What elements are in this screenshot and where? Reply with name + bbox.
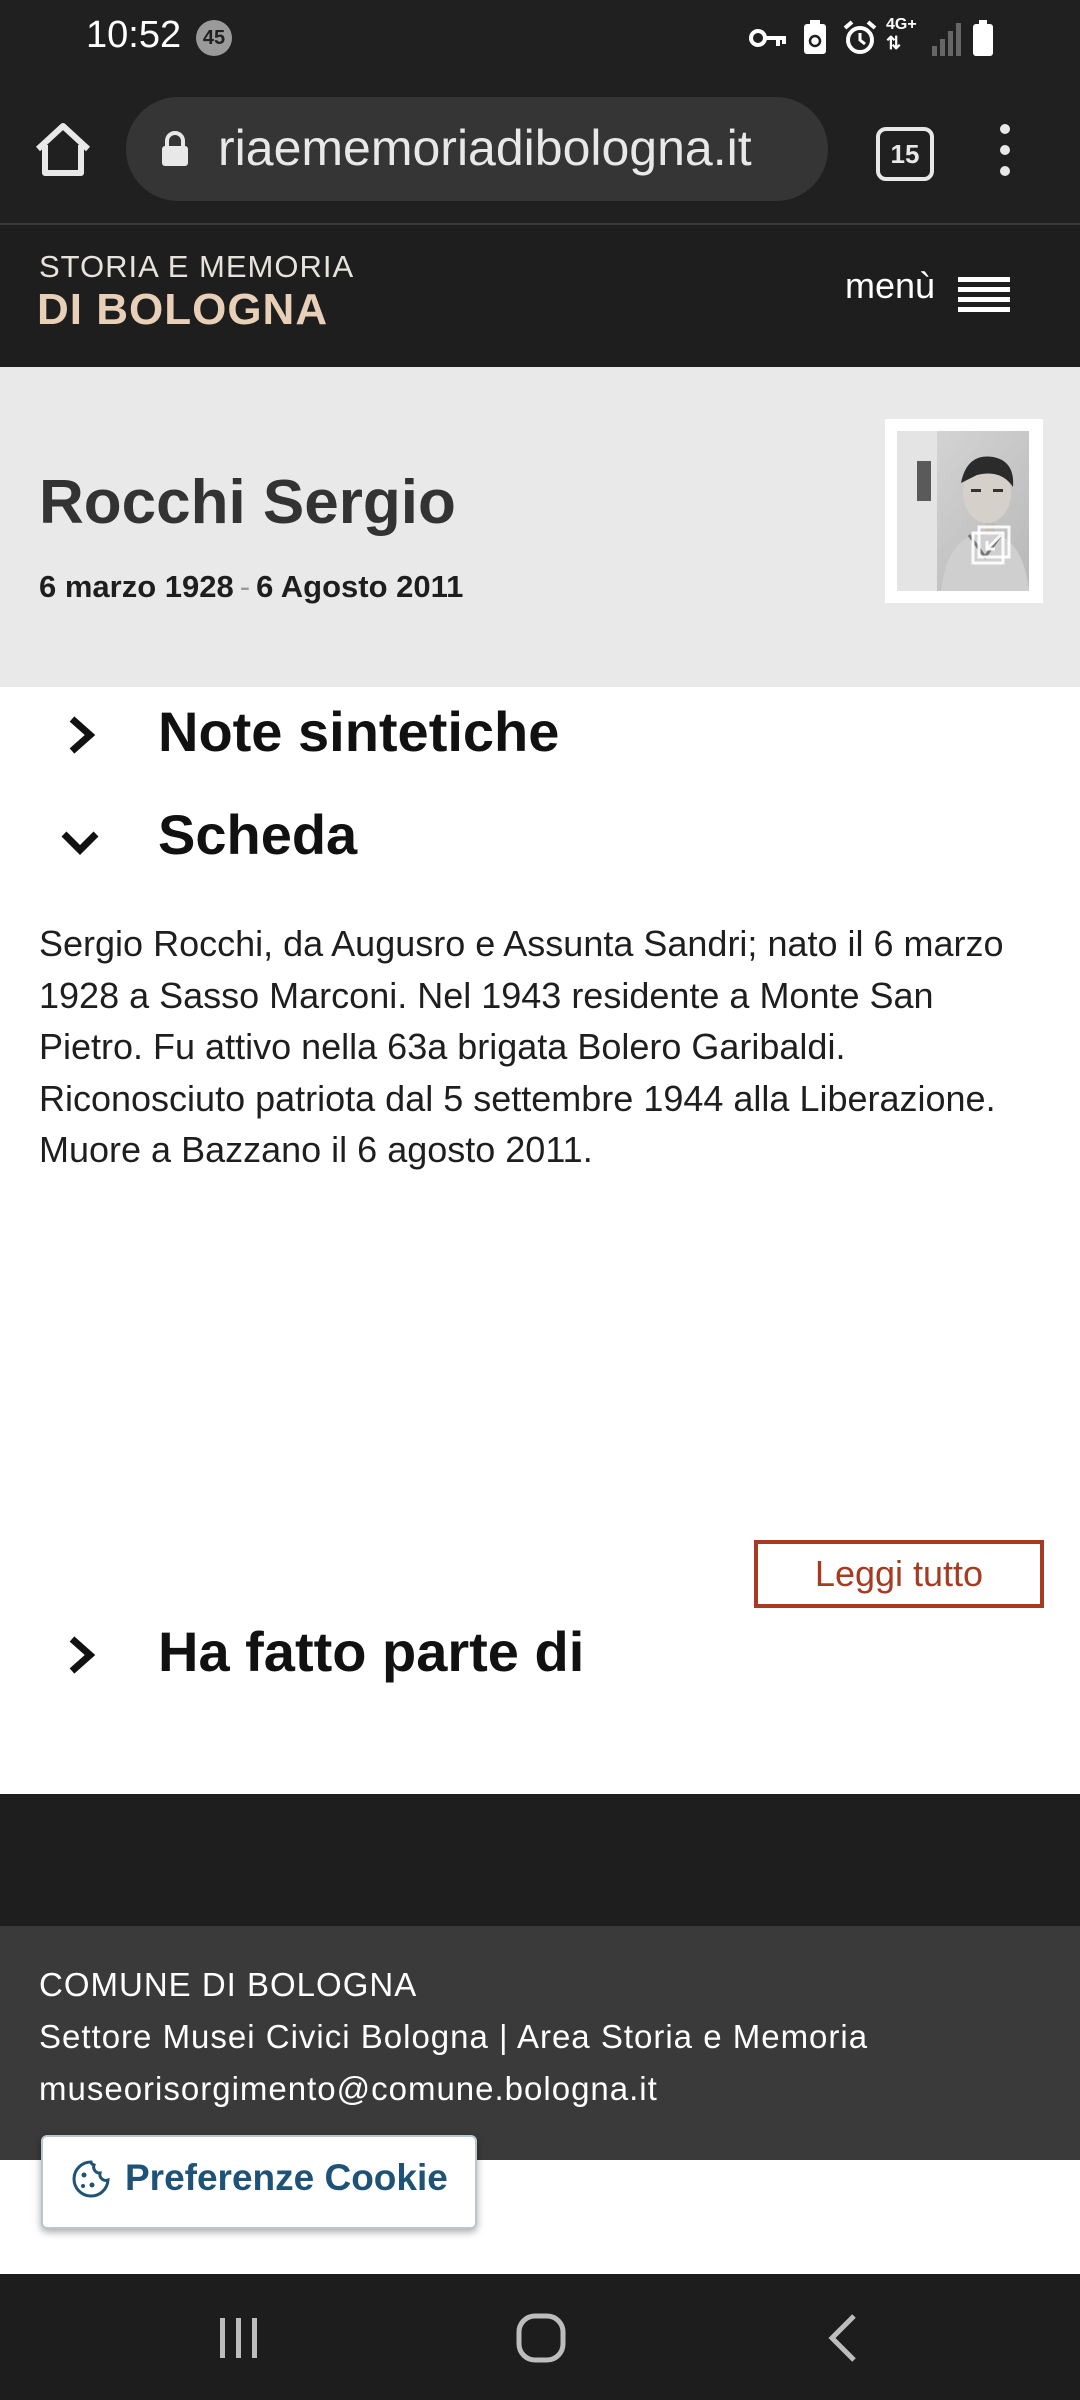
battery-icon bbox=[973, 20, 993, 56]
tab-switcher-button[interactable]: 15 bbox=[876, 127, 934, 181]
footer-department: Settore Musei Civici Bologna | Area Stor… bbox=[39, 2018, 869, 2055]
system-navigation-bar bbox=[0, 2274, 1080, 2400]
url-text: riaememoriadibologna.it bbox=[218, 120, 752, 176]
death-date: 6 Agosto 2011 bbox=[256, 569, 464, 604]
more-options-icon[interactable] bbox=[990, 117, 1020, 183]
person-name: Rocchi Sergio bbox=[39, 468, 456, 537]
section-note-sintetiche[interactable]: Note sintetiche bbox=[0, 695, 1080, 775]
recent-apps-icon[interactable] bbox=[214, 2314, 264, 2362]
site-header: STORIA E MEMORIA DI BOLOGNA menù bbox=[0, 225, 1080, 367]
vpn-key-icon bbox=[749, 29, 786, 47]
read-more-button[interactable]: Leggi tutto bbox=[754, 1540, 1044, 1608]
logo-line-2: DI BOLOGNA bbox=[37, 285, 329, 334]
alarm-icon bbox=[843, 20, 877, 54]
battery-saver-icon bbox=[804, 20, 826, 54]
network-type-indicator: 4G+ ⇅ bbox=[886, 16, 917, 53]
portrait-photo bbox=[897, 431, 1029, 591]
chevron-right-icon bbox=[69, 1636, 96, 1674]
birth-date: 6 marzo 1928 bbox=[39, 569, 234, 604]
portrait-thumbnail[interactable] bbox=[885, 419, 1043, 603]
section-title: Note sintetiche bbox=[158, 700, 560, 763]
notification-count-badge: 45 bbox=[196, 20, 232, 56]
life-dates: 6 marzo 1928-6 Agosto 2011 bbox=[39, 569, 463, 605]
site-logo[interactable]: STORIA E MEMORIA DI BOLOGNA bbox=[0, 225, 380, 367]
status-time: 10:52 bbox=[86, 14, 182, 56]
home-nav-icon[interactable] bbox=[514, 2312, 568, 2364]
home-icon[interactable] bbox=[30, 117, 96, 183]
footer-info: COMUNE DI BOLOGNA Settore Musei Civici B… bbox=[0, 1926, 1080, 2160]
lock-icon bbox=[162, 131, 188, 166]
section-title: Scheda bbox=[158, 803, 358, 866]
menu-label: menù bbox=[845, 265, 936, 306]
footer-email-link[interactable]: museorisorgimento@comune.bologna.it bbox=[39, 2070, 658, 2108]
person-header: Rocchi Sergio 6 marzo 1928-6 Agosto 2011 bbox=[0, 367, 1080, 687]
logo-line-1: STORIA E MEMORIA bbox=[39, 249, 355, 284]
section-scheda[interactable]: Scheda bbox=[0, 800, 1080, 880]
date-separator: - bbox=[239, 569, 251, 604]
footer-band bbox=[0, 1794, 1080, 1926]
menu-button[interactable]: menù bbox=[830, 245, 1030, 345]
signal-strength-icon bbox=[932, 23, 961, 56]
hamburger-icon bbox=[958, 277, 1010, 312]
cookie-preferences-button[interactable]: Preferenze Cookie bbox=[41, 2135, 477, 2229]
footer-org: COMUNE DI BOLOGNA bbox=[39, 1966, 418, 2003]
cookie-preferences-label: Preferenze Cookie bbox=[125, 2157, 448, 2198]
browser-toolbar: riaememoriadibologna.it 15 bbox=[0, 75, 1080, 225]
chevron-down-icon bbox=[61, 831, 99, 855]
section-title: Ha fatto parte di bbox=[158, 1620, 585, 1683]
chevron-right-icon bbox=[69, 716, 96, 754]
expand-image-icon bbox=[971, 525, 1011, 565]
status-bar: 10:52 45 4G+ ⇅ bbox=[0, 0, 1080, 75]
back-icon[interactable] bbox=[824, 2312, 864, 2364]
cookie-icon bbox=[72, 2160, 110, 2198]
biography-text: Sergio Rocchi, da Augusro e Assunta Sand… bbox=[39, 923, 1004, 1170]
section-ha-fatto-parte-di[interactable]: Ha fatto parte di bbox=[0, 1615, 1080, 1695]
address-bar[interactable]: riaememoriadibologna.it bbox=[126, 97, 828, 201]
